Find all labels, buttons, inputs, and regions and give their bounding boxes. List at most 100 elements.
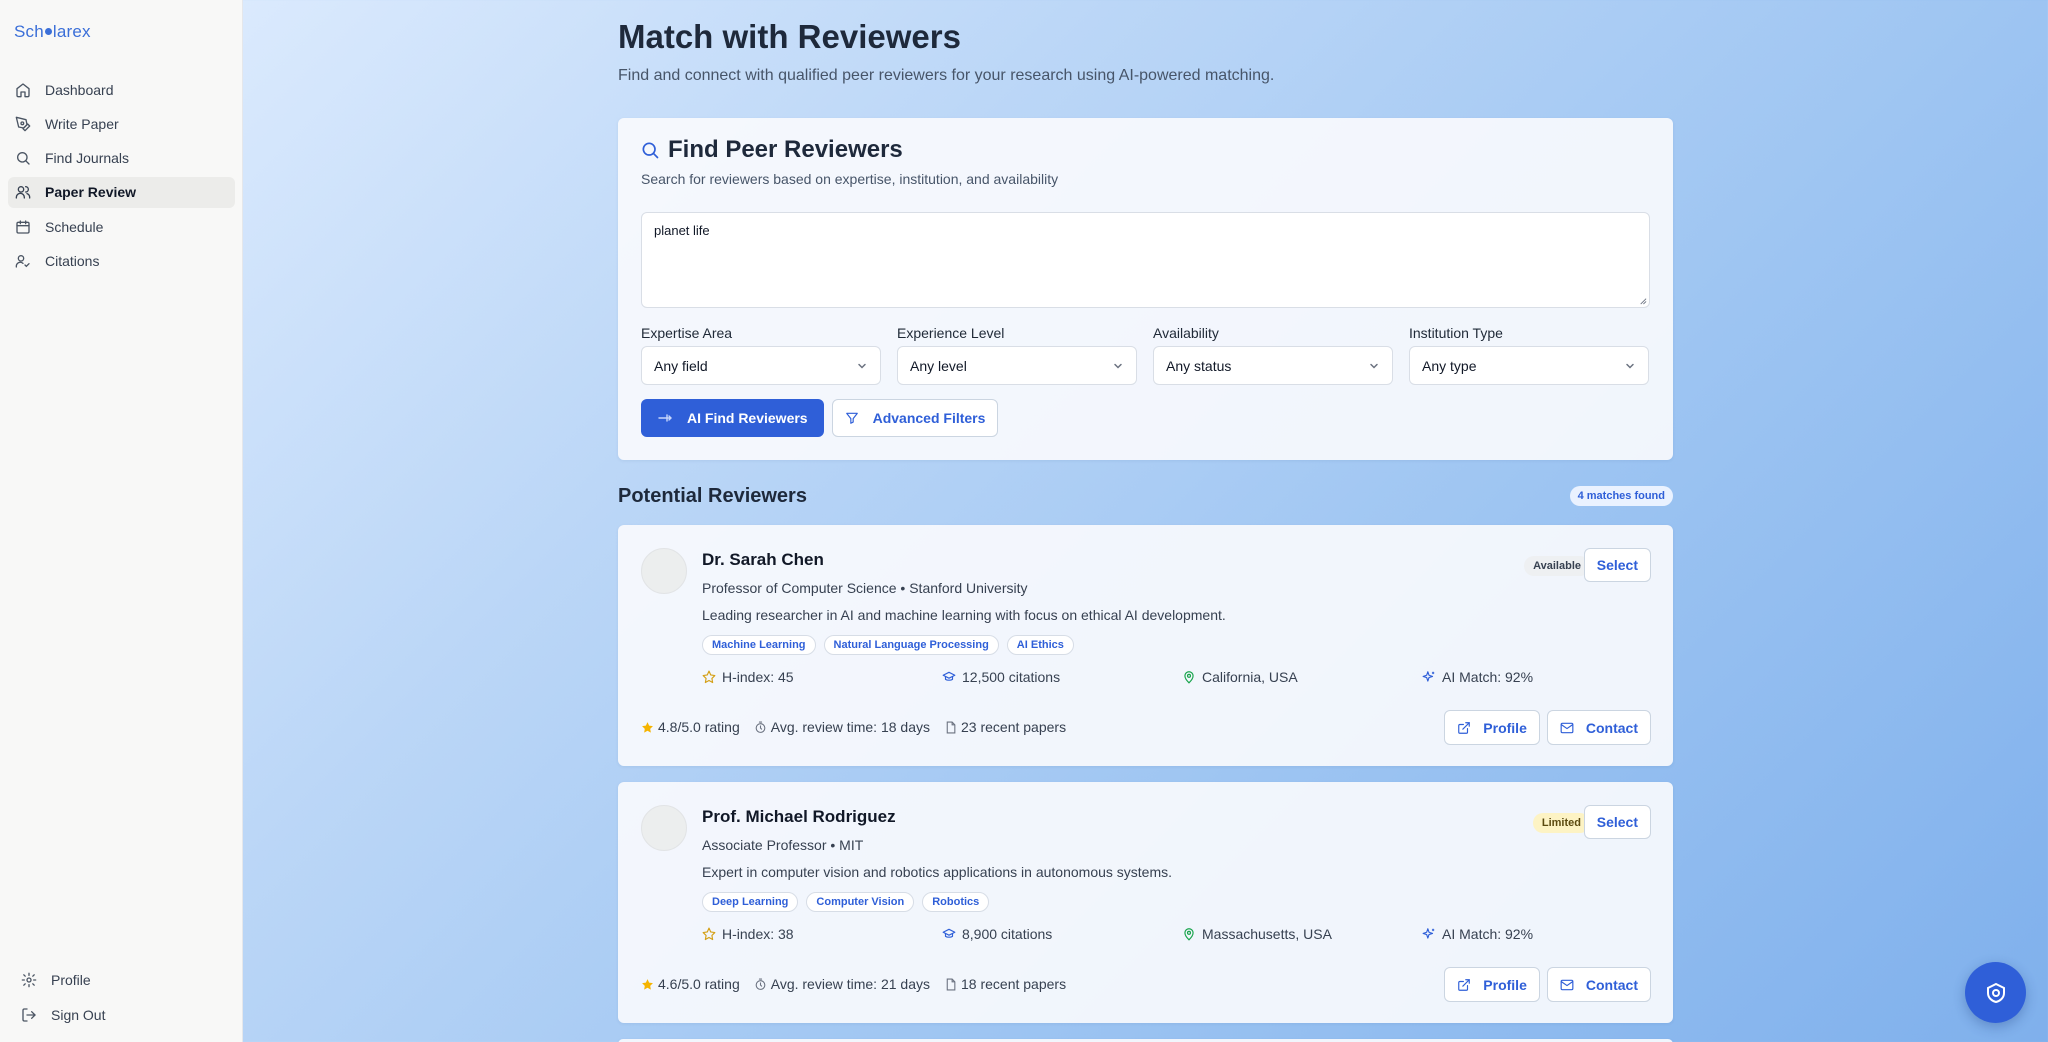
meta-value: 23 recent papers (961, 719, 1067, 735)
gear-icon (21, 972, 37, 987)
sidebar-nav: Dashboard Write Paper Find Journals Pape… (8, 74, 235, 280)
sidebar-item-schedule[interactable]: Schedule (8, 211, 235, 242)
institution-type-select[interactable]: Any type (1409, 346, 1649, 385)
select-reviewer-button[interactable]: Select (1583, 548, 1651, 582)
expertise-tags: Deep Learning Computer Vision Robotics (702, 892, 990, 912)
contact-button[interactable]: Contact (1546, 967, 1651, 1002)
advanced-filters-button[interactable]: Advanced Filters (831, 399, 999, 437)
filter-availability: Availability Any status (1153, 325, 1393, 385)
document-icon (946, 721, 956, 733)
status-badge: Available (1524, 556, 1590, 576)
button-label: Advanced Filters (872, 410, 986, 426)
rating-meta: 4.6/5.0 rating (641, 976, 740, 992)
select-reviewer-button[interactable]: Select (1583, 805, 1651, 839)
rating-meta: 4.8/5.0 rating (641, 719, 740, 735)
contact-button[interactable]: Contact (1546, 710, 1651, 745)
sidebar-item-find-journals[interactable]: Find Journals (8, 143, 235, 174)
help-chat-button[interactable] (1965, 962, 2026, 1023)
ai-match-stat: AI Match: 92% (1422, 926, 1533, 942)
h-index-stat: H-index: 38 (702, 926, 794, 942)
filter-experience-level: Experience Level Any level (897, 325, 1137, 385)
document-icon (946, 978, 956, 990)
profile-button[interactable]: Profile (1444, 967, 1540, 1002)
stat-value: 12,500 citations (962, 669, 1061, 685)
filter-label: Availability (1153, 325, 1219, 341)
expertise-tags: Machine Learning Natural Language Proces… (702, 635, 1074, 655)
status-badge: Limited (1532, 813, 1590, 833)
meta-value: 4.8/5.0 rating (658, 719, 740, 735)
search-card-description: Search for reviewers based on expertise,… (641, 171, 1059, 187)
reviewer-actions: Profile Contact (1444, 967, 1651, 1002)
sparkles-icon (1422, 928, 1435, 939)
sidebar-item-profile[interactable]: Profile (14, 964, 229, 995)
review-time-meta: Avg. review time: 21 days (754, 976, 930, 992)
filter-label: Experience Level (897, 325, 1005, 341)
graduation-cap-icon (942, 671, 956, 681)
reviewer-stats: H-index: 38 8,900 citations Massachusett… (702, 926, 1652, 946)
sidebar-item-label: Sign Out (51, 1006, 106, 1023)
star-filled-icon (642, 978, 653, 990)
page-subtitle: Find and connect with qualified peer rev… (618, 67, 1275, 84)
stat-value: 8,900 citations (962, 926, 1053, 942)
sidebar-item-label: Find Journals (45, 150, 130, 167)
reviewer-name[interactable]: Prof. Michael Rodriguez (702, 807, 896, 827)
location-stat: Massachusetts, USA (1182, 926, 1332, 942)
select-value: Any level (910, 357, 967, 374)
review-time-meta: Avg. review time: 18 days (754, 719, 930, 735)
select-value: Any type (1422, 357, 1477, 374)
reviewer-name[interactable]: Dr. Sarah Chen (702, 550, 824, 570)
sparkles-icon (1422, 671, 1435, 682)
reviewer-actions: Profile Contact (1444, 710, 1651, 745)
reviewer-card: Prof. Michael Rodriguez Associate Profes… (618, 782, 1673, 1023)
sidebar-item-dashboard[interactable]: Dashboard (8, 74, 235, 105)
page-title: Match with Reviewers (618, 18, 961, 55)
recent-papers-meta: 18 recent papers (944, 976, 1066, 992)
availability-select[interactable]: Any status (1153, 346, 1393, 385)
expertise-tag: Computer Vision (806, 892, 915, 912)
app-logo[interactable]: Sch larex (14, 22, 91, 42)
meta-value: 18 recent papers (961, 976, 1067, 992)
star-icon (702, 927, 716, 941)
search-card-title: Find Peer Reviewers (668, 136, 903, 163)
sidebar-item-label: Profile (51, 971, 91, 988)
avatar (641, 805, 687, 851)
reviewer-title: Professor of Computer Science • Stanford… (702, 580, 1028, 596)
research-query-textarea[interactable]: planet life (641, 212, 1650, 308)
chevron-down-icon (858, 363, 866, 369)
users-icon (15, 186, 31, 200)
sidebar-item-citations[interactable]: Citations (8, 245, 235, 276)
filter-institution-type: Institution Type Any type (1409, 325, 1649, 385)
expertise-tag: Robotics (922, 892, 990, 912)
experience-level-select[interactable]: Any level (897, 346, 1137, 385)
expertise-area-select[interactable]: Any field (641, 346, 881, 385)
logo-dot-icon (44, 28, 52, 36)
select-value: Any status (1166, 357, 1232, 374)
sidebar-item-paper-review[interactable]: Paper Review (8, 176, 235, 208)
filter-label: Expertise Area (641, 325, 733, 341)
profile-button[interactable]: Profile (1444, 710, 1540, 745)
citations-stat: 12,500 citations (942, 669, 1060, 685)
sidebar-item-sign-out[interactable]: Sign Out (14, 999, 229, 1030)
sidebar-bottom-nav: Profile Sign Out (14, 964, 229, 1034)
recent-papers-meta: 23 recent papers (944, 719, 1066, 735)
sidebar-item-write-paper[interactable]: Write Paper (8, 108, 235, 139)
sign-out-icon (22, 1007, 36, 1022)
reviewer-meta: 4.6/5.0 rating Avg. review time: 21 days… (641, 976, 1066, 992)
filter-row: Expertise Area Any field Experience Leve… (641, 325, 1650, 385)
query-text: planet life (654, 223, 710, 238)
filter-expertise-area: Expertise Area Any field (641, 325, 881, 385)
ai-find-reviewers-button[interactable]: AI Find Reviewers (641, 399, 824, 437)
stat-value: AI Match: 92% (1442, 926, 1534, 942)
timer-icon (755, 721, 766, 733)
citations-stat: 8,900 citations (942, 926, 1052, 942)
button-label: Profile (1483, 976, 1527, 993)
button-label: AI Find Reviewers (687, 410, 808, 426)
meta-value: Avg. review time: 18 days (770, 719, 930, 735)
chevron-down-icon (1626, 363, 1634, 369)
button-label: Contact (1585, 976, 1638, 993)
reviewer-card: Dr. Sarah Chen Professor of Computer Sci… (618, 525, 1673, 766)
timer-icon (755, 978, 766, 990)
resize-grip-icon[interactable] (1638, 296, 1647, 305)
map-pin-icon (1184, 671, 1194, 684)
expertise-tag: Deep Learning (702, 892, 799, 912)
